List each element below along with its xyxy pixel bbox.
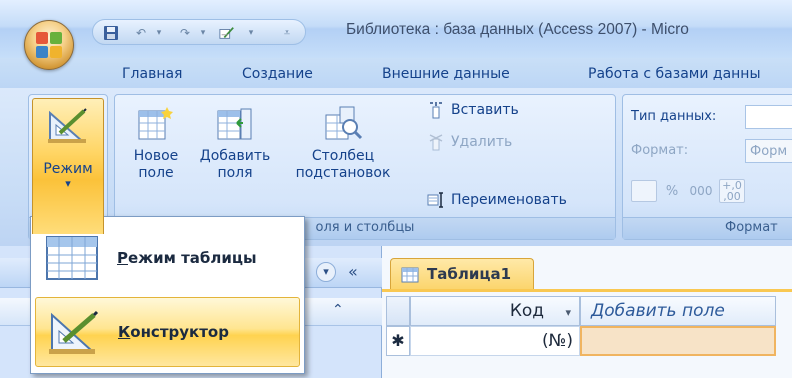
format-label: Формат: <box>631 143 689 158</box>
tab-home[interactable]: Главная <box>122 66 182 82</box>
design-view-big-icon <box>48 108 87 143</box>
menu-item-design-label: Конструктор <box>118 323 229 341</box>
delete-column-icon <box>429 134 443 151</box>
datasheet-label-rest: ежим таблицы <box>128 249 257 267</box>
view-mode-label: Режим <box>43 161 93 177</box>
insert-button[interactable]: Вставить <box>427 101 519 119</box>
redo-dropdown-icon[interactable]: ▾ <box>195 25 211 41</box>
add-fields-icon <box>217 108 252 140</box>
table1-tab-label: Таблица1 <box>427 265 512 283</box>
lookup-column-icon <box>325 106 363 140</box>
collapse-pane-icon[interactable]: « <box>348 262 358 281</box>
nav-dropdown-icon[interactable]: ▾ <box>316 262 336 282</box>
number-format-buttons: % 000 +,0 ,00 <box>631 179 745 203</box>
format-select[interactable]: Форм <box>745 139 792 163</box>
data-type-select[interactable] <box>745 105 792 129</box>
datasheet-accelerator: Р <box>117 249 128 267</box>
lookup-column-label-2: подстановок <box>295 165 391 181</box>
quick-access-toolbar: ↶ ▾ ↷ ▾ ▾ ⩡ <box>92 19 306 45</box>
tab-create[interactable]: Создание <box>242 66 313 82</box>
qat-more-dropdown-icon[interactable]: ▾ <box>243 25 259 41</box>
design-view-menu-icon <box>46 307 102 357</box>
customize-qat-icon[interactable]: ⩡ <box>279 25 295 41</box>
undo-icon[interactable]: ↶ <box>133 25 149 41</box>
menu-item-datasheet-label: Режим таблицы <box>117 249 257 267</box>
thousands-button[interactable]: 000 <box>687 184 715 198</box>
column-header-id-label: Код <box>509 301 545 321</box>
new-field-icon <box>138 107 173 140</box>
section-collapse-icon[interactable]: ⌃ <box>332 302 344 318</box>
view-mode-menu: Режим таблицы Конструктор <box>30 216 305 374</box>
currency-icon[interactable] <box>631 180 657 202</box>
document-area: Таблица1 Код ▾ Добавить поле ✱ (№) <box>382 246 792 378</box>
rename-column-icon <box>427 192 443 208</box>
view-mode-button[interactable]: Режим ▾ <box>32 98 104 234</box>
insert-column-icon <box>430 102 442 119</box>
add-fields-label-1: Добавить <box>199 148 271 164</box>
insert-label: Вставить <box>451 102 519 118</box>
format-placeholder: Форм <box>750 144 788 159</box>
datasheet-view-icon <box>45 233 101 283</box>
formatting-group-label: Формат <box>623 217 792 239</box>
data-type-label: Тип данных: <box>631 109 717 124</box>
new-field-button[interactable]: Новое поле <box>125 105 187 182</box>
rename-button[interactable]: Переименовать <box>427 191 567 209</box>
new-row-id-cell[interactable]: (№) <box>410 326 580 356</box>
column-header-id[interactable]: Код ▾ <box>410 296 580 326</box>
add-fields-label-2: поля <box>217 165 253 181</box>
lookup-column-label-1: Столбец <box>311 148 375 164</box>
tab-strip-line <box>382 289 792 292</box>
design-accelerator: К <box>118 323 131 341</box>
percent-button[interactable]: % <box>661 184 683 199</box>
menu-item-design-view[interactable]: Конструктор <box>35 297 300 367</box>
redo-icon[interactable]: ↷ <box>177 25 193 41</box>
undo-dropdown-icon[interactable]: ▾ <box>151 25 167 41</box>
view-mode-dropdown-icon: ▾ <box>65 177 71 190</box>
design-view-icon[interactable] <box>219 25 235 41</box>
window-title: Библиотека : база данных (Access 2007) -… <box>346 21 689 38</box>
select-all-corner[interactable] <box>386 296 410 326</box>
new-row-add-field-cell[interactable] <box>580 326 776 356</box>
decrease-decimal-label: ,00 <box>723 190 741 203</box>
new-field-label-1: Новое <box>133 148 179 164</box>
delete-label: Удалить <box>451 134 513 150</box>
add-existing-fields-button[interactable]: Добавить поля <box>197 105 273 182</box>
table1-tab[interactable]: Таблица1 <box>390 258 534 290</box>
office-logo-icon <box>36 32 63 59</box>
column-header-add-field[interactable]: Добавить поле <box>580 296 776 326</box>
column-filter-icon[interactable]: ▾ <box>565 306 571 319</box>
rename-label: Переименовать <box>451 192 567 208</box>
increase-decimal-button[interactable]: +,0 ,00 <box>719 179 745 203</box>
office-button[interactable] <box>24 20 74 70</box>
new-record-marker[interactable]: ✱ <box>386 326 410 356</box>
design-label-rest: онструктор <box>130 323 229 341</box>
delete-button[interactable]: Удалить <box>427 133 512 151</box>
table-icon <box>401 267 419 283</box>
save-icon[interactable] <box>103 25 119 41</box>
ribbon-tabs: Главная Создание Внешние данные Работа с… <box>0 58 792 88</box>
title-bar: ↶ ▾ ↷ ▾ ▾ ⩡ Библиотека : база данных (Ac… <box>0 0 792 58</box>
new-field-label-2: поле <box>138 165 174 181</box>
formatting-group: Тип данных: Формат: Форм % 000 +,0 ,00 Ф… <box>622 94 792 240</box>
tab-database-tools[interactable]: Работа с базами данны <box>588 66 761 82</box>
lookup-column-button[interactable]: Столбец подстановок <box>291 105 395 182</box>
tab-external-data[interactable]: Внешние данные <box>382 66 510 82</box>
